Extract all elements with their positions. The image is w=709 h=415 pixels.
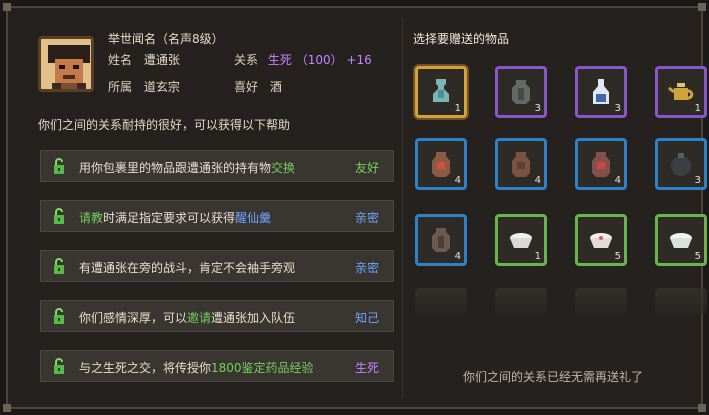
item-quantity: 5 — [614, 251, 621, 262]
bowl-icon — [590, 233, 612, 248]
help-status: 知己 — [354, 311, 379, 325]
help-text: 有遭通张在旁的战斗，肯定不会袖手旁观 — [79, 259, 295, 276]
unlock-icon — [54, 308, 64, 324]
character-title: 举世闻名（名声8级） — [108, 32, 224, 46]
frame-corner — [3, 404, 11, 412]
item-quantity: 5 — [694, 251, 701, 262]
relation-value: 生死 — [267, 53, 292, 67]
hobby-value: 酒 — [269, 80, 282, 94]
help-status: 亲密 — [354, 211, 379, 225]
item-quantity: 3 — [614, 103, 621, 114]
relation-row: 关系 生死 （100） +16 — [234, 51, 372, 68]
item-quantity: 1 — [454, 103, 461, 114]
frame-corner — [698, 404, 706, 412]
help-text: 与之生死之交，将传授你1800鉴定药品经验 — [79, 359, 314, 376]
sect-label: 所属 — [108, 80, 133, 94]
help-row-mastery: 与之生死之交，将传授你1800鉴定药品经验 生死 — [40, 350, 394, 382]
gift-slot[interactable]: 3 — [495, 66, 547, 118]
bowl-icon — [670, 233, 692, 248]
gift-slot[interactable]: 4 — [575, 138, 627, 190]
empty-gift-slot — [655, 288, 707, 314]
help-highlight: 邀请 — [187, 311, 212, 325]
gift-slot[interactable]: 4 — [495, 138, 547, 190]
empty-gift-slot — [575, 288, 627, 314]
gift-slot[interactable]: 3 — [655, 138, 707, 190]
help-row-exchange: 用你包裹里的物品跟遭通张的持有物交换 友好 — [40, 150, 394, 182]
help-text-suffix: 时满足指定要求可以获得 — [103, 211, 236, 225]
name-label: 姓名 — [108, 53, 133, 67]
teapot-icon — [668, 83, 694, 100]
item-quantity: 4 — [454, 251, 461, 262]
help-row-consult: 请教时满足指定要求可以获得醒仙羹 亲密 — [40, 200, 394, 232]
gift-panel: 选择要赠送的物品 1 3 3 1 4 4 4 3 4 1 5 5 你们之间的关系… — [402, 18, 707, 398]
hobby-label: 喜好 — [234, 80, 259, 94]
gift-slot[interactable]: 5 — [575, 214, 627, 266]
item-quantity: 1 — [694, 103, 701, 114]
help-highlight: 请教 — [79, 211, 104, 225]
help-status: 亲密 — [354, 261, 379, 275]
help-text-prefix: 用你包裹里的物品跟遭通张的持有物 — [79, 161, 272, 175]
jar-icon — [512, 80, 530, 104]
frame-corner — [3, 3, 11, 11]
wine-jar-icon — [592, 152, 610, 177]
gift-footer-note: 你们之间的关系已经无需再送礼了 — [463, 370, 644, 384]
gift-slot[interactable]: 4 — [415, 138, 467, 190]
help-text: 用你包裹里的物品跟遭通张的持有物交换 — [79, 159, 295, 176]
sect-value: 道玄宗 — [143, 80, 180, 94]
help-text-prefix: 你们感情深厚，可以 — [79, 311, 188, 325]
unlock-icon — [54, 258, 64, 274]
sect-row: 所属 道玄宗 — [108, 78, 180, 95]
unlock-icon — [54, 358, 64, 374]
wine-jar-icon — [512, 152, 530, 177]
gift-slot[interactable]: 4 — [415, 214, 467, 266]
help-status: 生死 — [354, 361, 379, 375]
relationship-description: 你们之间的关系耐持的很好，可以获得以下帮助 — [38, 118, 291, 132]
help-highlight: 1800鉴定药品经验 — [211, 361, 314, 375]
round-jar-icon — [671, 153, 691, 176]
item-quantity: 1 — [534, 251, 541, 262]
help-row-battle: 有遭通张在旁的战斗，肯定不会袖手旁观 亲密 — [40, 250, 394, 282]
relation-score: （100） — [295, 53, 343, 67]
help-text: 你们感情深厚，可以邀请遭通张加入队伍 — [79, 309, 295, 326]
help-highlight-reward: 醒仙羹 — [235, 211, 272, 225]
item-quantity: 4 — [534, 175, 541, 186]
gift-slot[interactable]: 1 — [655, 66, 707, 118]
item-quantity: 4 — [614, 175, 621, 186]
empty-gift-slot — [415, 288, 467, 314]
relation-label: 关系 — [234, 53, 259, 67]
help-text-prefix: 有遭通张在旁的战斗，肯定不会袖手旁观 — [79, 261, 296, 275]
help-status: 友好 — [354, 161, 379, 175]
name-row: 姓名 遭通张 — [108, 51, 180, 68]
gift-slot[interactable]: 1 — [415, 66, 467, 118]
item-quantity: 3 — [534, 103, 541, 114]
gift-slot[interactable]: 5 — [655, 214, 707, 266]
frame-corner — [698, 3, 706, 11]
help-text-suffix: 遭通张加入队伍 — [211, 311, 296, 325]
avatar — [38, 36, 94, 92]
relation-bonus: +16 — [346, 53, 372, 67]
help-text-prefix: 与之生死之交，将传授你 — [79, 361, 212, 375]
character-name: 遭通张 — [143, 53, 180, 67]
item-quantity: 3 — [694, 175, 701, 186]
relationship-panel: 举世闻名（名声8级） 姓名 遭通张 关系 生死 （100） +16 所属 道玄宗… — [22, 18, 394, 398]
help-text: 请教时满足指定要求可以获得醒仙羹 — [79, 209, 271, 226]
bottle-icon — [593, 79, 609, 104]
gift-title: 选择要赠送的物品 — [413, 32, 510, 46]
unlock-icon — [54, 158, 64, 174]
help-row-invite: 你们感情深厚，可以邀请遭通张加入队伍 知己 — [40, 300, 394, 332]
empty-gift-slot — [495, 288, 547, 314]
unlock-icon — [54, 208, 64, 224]
jar-icon — [432, 228, 450, 252]
hobby-row: 喜好 酒 — [234, 78, 282, 95]
item-quantity: 4 — [454, 175, 461, 186]
gift-slot[interactable]: 3 — [575, 66, 627, 118]
gift-slot[interactable]: 1 — [495, 214, 547, 266]
help-highlight: 交换 — [271, 161, 296, 175]
wine-jar-icon — [432, 152, 450, 177]
character-portrait-icon — [41, 39, 91, 89]
bowl-icon — [510, 233, 532, 248]
vase-icon — [433, 79, 449, 102]
